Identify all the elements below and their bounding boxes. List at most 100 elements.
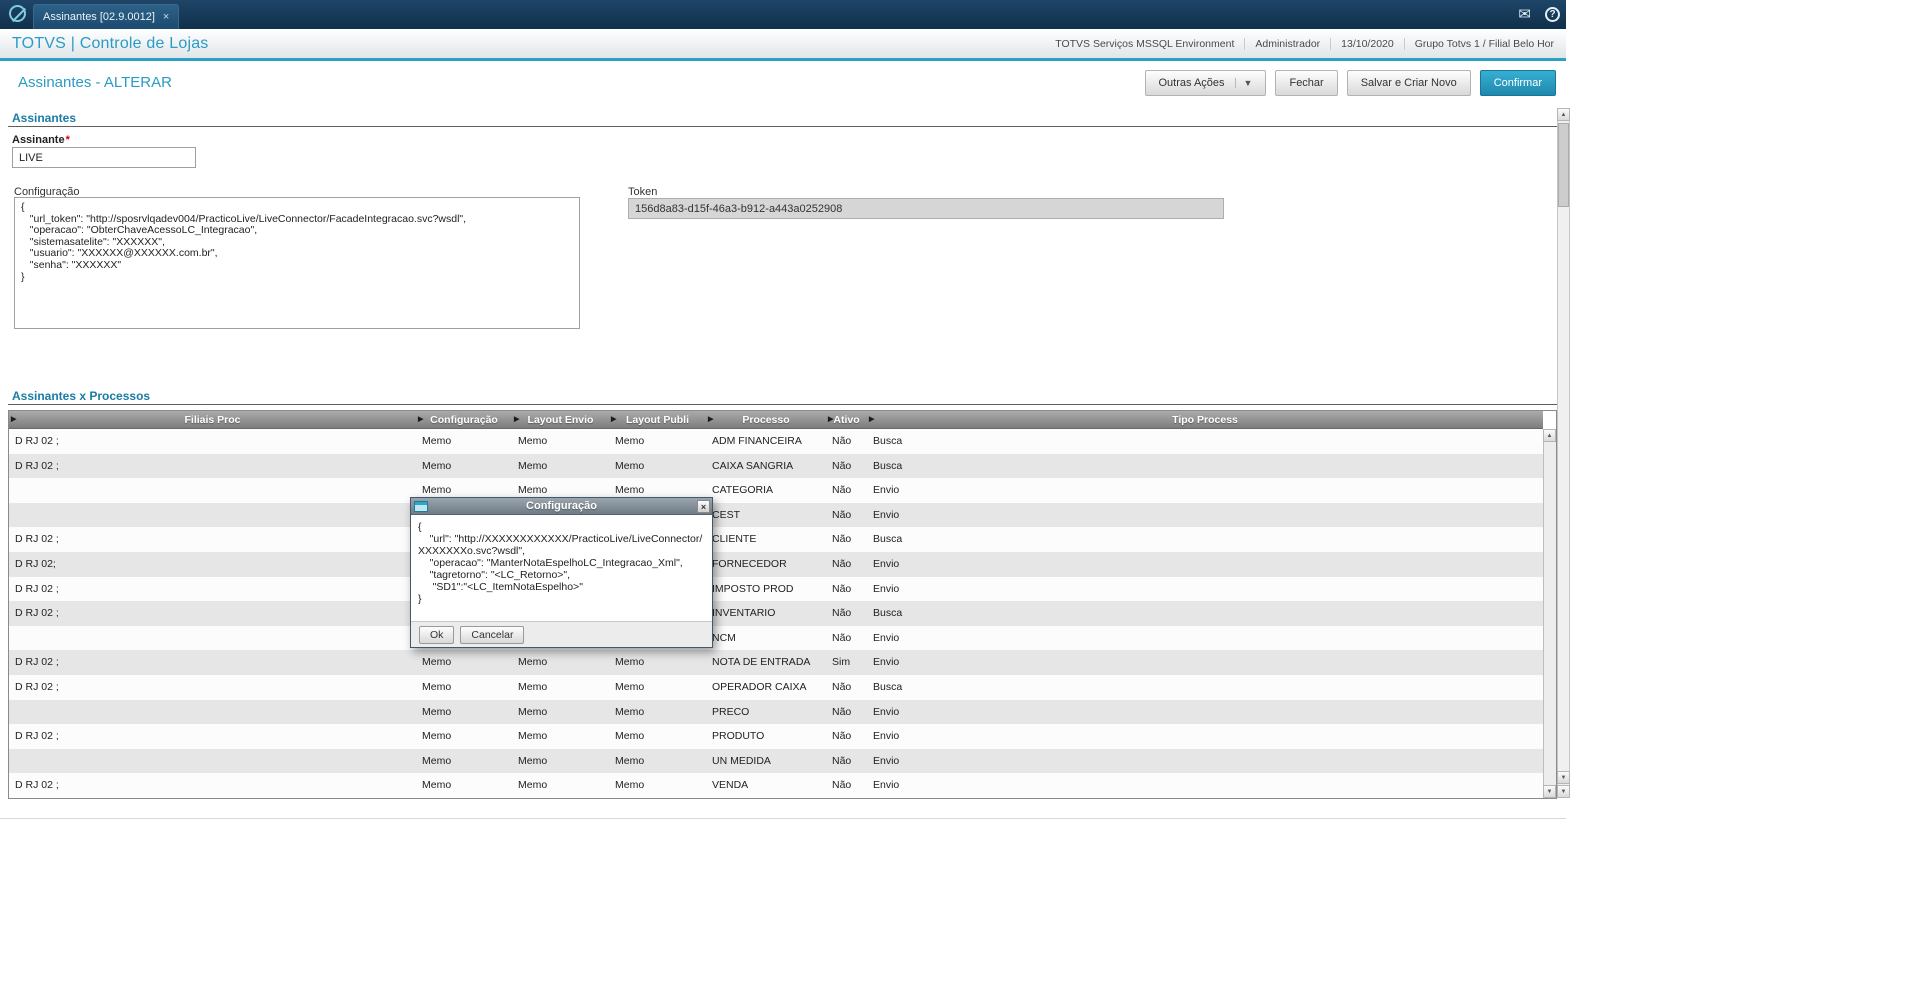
table-cell[interactable]: D RJ 02 ; — [9, 527, 416, 552]
column-header-processo[interactable]: ▶ Processo — [706, 411, 826, 428]
table-cell[interactable]: Memo — [609, 429, 706, 454]
table-cell[interactable]: Memo — [609, 724, 706, 749]
table-cell[interactable] — [9, 700, 416, 725]
help-icon[interactable]: ? — [1545, 7, 1560, 22]
table-cell[interactable]: Não — [826, 577, 867, 602]
table-cell[interactable]: Não — [826, 478, 867, 503]
table-cell[interactable] — [9, 626, 416, 651]
table-cell[interactable]: D RJ 02 ; — [9, 724, 416, 749]
table-cell[interactable]: D RJ 02 ; — [9, 601, 416, 626]
close-icon[interactable]: × — [697, 500, 710, 513]
table-cell[interactable]: Memo — [609, 773, 706, 798]
tab-close-icon[interactable]: × — [163, 11, 169, 23]
table-cell[interactable]: Não — [826, 724, 867, 749]
table-row[interactable]: D RJ 02 ; Memo Memo Memo VENDA Não Envio — [9, 773, 1543, 798]
table-row[interactable]: D RJ 02 ; Memo Memo Memo ADM FINANCEIRA Não Bu… — [9, 429, 1543, 454]
table-cell[interactable]: Envio — [867, 626, 1543, 651]
table-cell[interactable]: VENDA — [706, 773, 826, 798]
table-cell[interactable]: Não — [826, 700, 867, 725]
table-cell[interactable]: Memo — [512, 724, 609, 749]
table-cell[interactable]: Não — [826, 429, 867, 454]
column-header-configuracao[interactable]: ▶ Configuração — [416, 411, 512, 428]
scroll-up-icon[interactable]: ▲ — [1557, 108, 1570, 121]
table-cell[interactable] — [9, 749, 416, 774]
table-row[interactable]: Memo Memo Memo UN MEDIDA Não Envio — [9, 748, 1543, 774]
confirmar-button[interactable]: Confirmar — [1479, 70, 1556, 96]
table-cell[interactable]: OPERADOR CAIXA — [706, 675, 826, 700]
table-cell[interactable]: D RJ 02 ; — [9, 675, 416, 700]
column-header-layout-publi[interactable]: ▶ Layout Publi — [609, 411, 706, 428]
dialog-json-content[interactable]: { "url": "http://XXXXXXXXXXXX/PracticoLi… — [418, 521, 705, 605]
table-cell[interactable]: FORNECEDOR — [706, 552, 826, 577]
table-cell[interactable]: CLIENTE — [706, 527, 826, 552]
scroll-up-icon[interactable]: ▲ — [1543, 429, 1556, 442]
table-cell[interactable]: ADM FINANCEIRA — [706, 429, 826, 454]
table-row[interactable]: Memo Memo Memo CATEGORIA Não Envio — [9, 478, 1543, 503]
table-cell[interactable]: NOTA DE ENTRADA — [706, 650, 826, 675]
table-cell[interactable]: CAIXA SANGRIA — [706, 454, 826, 479]
chevron-down-icon[interactable]: ▼ — [1234, 78, 1252, 88]
table-row[interactable]: D RJ 02 ; Memo Memo Memo CAIXA SANGRIA Não Bus… — [9, 453, 1543, 479]
table-cell[interactable]: Memo — [416, 724, 512, 749]
table-cell[interactable]: Envio — [867, 552, 1543, 577]
salvar-criar-novo-button[interactable]: Salvar e Criar Novo — [1346, 70, 1471, 96]
table-cell[interactable]: CATEGORIA — [706, 478, 826, 503]
table-cell[interactable]: Memo — [609, 700, 706, 725]
table-row[interactable]: MemoMemoMemoCESTNãoEnvio — [9, 502, 1543, 528]
table-cell[interactable]: INVENTARIO — [706, 601, 826, 626]
table-cell[interactable]: Envio — [867, 724, 1543, 749]
table-cell[interactable]: Memo — [512, 650, 609, 675]
table-cell[interactable]: Busca — [867, 429, 1543, 454]
table-cell[interactable]: Memo — [512, 675, 609, 700]
table-row[interactable]: D RJ 02 ; Memo Memo Memo OPERADOR CAIXA Não Bu… — [9, 674, 1543, 700]
table-cell[interactable]: Memo — [416, 700, 512, 725]
table-cell[interactable]: D RJ 02; — [9, 552, 416, 577]
table-cell[interactable]: Memo — [512, 749, 609, 774]
table-cell[interactable]: Busca — [867, 601, 1543, 626]
table-cell[interactable]: IMPOSTO PROD — [706, 577, 826, 602]
tab-assinantes[interactable]: Assinantes [02.9.0012] × — [33, 4, 180, 29]
table-cell[interactable]: Memo — [609, 454, 706, 479]
cancelar-button[interactable]: Cancelar — [460, 625, 525, 644]
outras-acoes-button[interactable]: Outras Ações ▼ — [1144, 70, 1267, 96]
table-cell[interactable]: Não — [826, 601, 867, 626]
configuracao-textarea[interactable]: { "url_token": "http://sposrvlqadev004/P… — [14, 197, 580, 329]
table-row[interactable]: MemoMemoMemoNCMNãoEnvio — [9, 625, 1543, 651]
table-cell[interactable]: Memo — [512, 429, 609, 454]
column-header-ativo[interactable]: ▶ Ativo — [826, 411, 867, 428]
column-header-tipo-process[interactable]: ▶ Tipo Process — [867, 411, 1543, 428]
grid-scrollbar[interactable]: ▲ ▼ — [1543, 429, 1556, 798]
table-cell[interactable]: Memo — [416, 650, 512, 675]
table-row[interactable]: D RJ 02 ;MemoMemoMemoCLIENTENãoBusca — [9, 527, 1543, 552]
table-cell[interactable]: D RJ 02 ; — [9, 429, 416, 454]
scroll-down-icon[interactable]: ▼ — [1557, 785, 1570, 798]
ok-button[interactable]: Ok — [419, 625, 455, 644]
table-cell[interactable]: Envio — [867, 749, 1543, 774]
table-cell[interactable] — [9, 503, 416, 528]
scroll-down-icon[interactable]: ▼ — [1557, 771, 1570, 784]
table-cell[interactable]: Memo — [416, 429, 512, 454]
table-cell[interactable]: Envio — [867, 503, 1543, 528]
table-cell[interactable]: Envio — [867, 773, 1543, 798]
table-cell[interactable]: Busca — [867, 527, 1543, 552]
dialog-titlebar[interactable]: Configuração × — [411, 498, 712, 515]
table-cell[interactable]: Não — [826, 773, 867, 798]
table-cell[interactable]: Envio — [867, 650, 1543, 675]
table-row[interactable]: D RJ 02;MemoMemoMemoFORNECEDORNãoEnvio — [9, 551, 1543, 577]
table-cell[interactable]: Não — [826, 675, 867, 700]
table-cell[interactable]: Não — [826, 503, 867, 528]
table-cell[interactable]: Memo — [512, 454, 609, 479]
table-cell[interactable]: Não — [826, 527, 867, 552]
table-cell[interactable]: Memo — [609, 749, 706, 774]
table-cell[interactable]: Memo — [416, 773, 512, 798]
table-cell[interactable]: Não — [826, 552, 867, 577]
table-cell[interactable]: PRECO — [706, 700, 826, 725]
fechar-button[interactable]: Fechar — [1275, 70, 1338, 96]
table-cell[interactable]: UN MEDIDA — [706, 749, 826, 774]
column-header-filiais[interactable]: ▶ Filiais Proc — [9, 411, 416, 428]
table-row[interactable]: D RJ 02 ;MemoMemoMemoIMPOSTO PRODNãoEnvi… — [9, 576, 1543, 602]
table-cell[interactable]: Envio — [867, 700, 1543, 725]
page-scrollbar[interactable]: ▲ ▼ ▼ — [1557, 108, 1570, 798]
table-cell[interactable]: Envio — [867, 478, 1543, 503]
table-cell[interactable]: Não — [826, 749, 867, 774]
